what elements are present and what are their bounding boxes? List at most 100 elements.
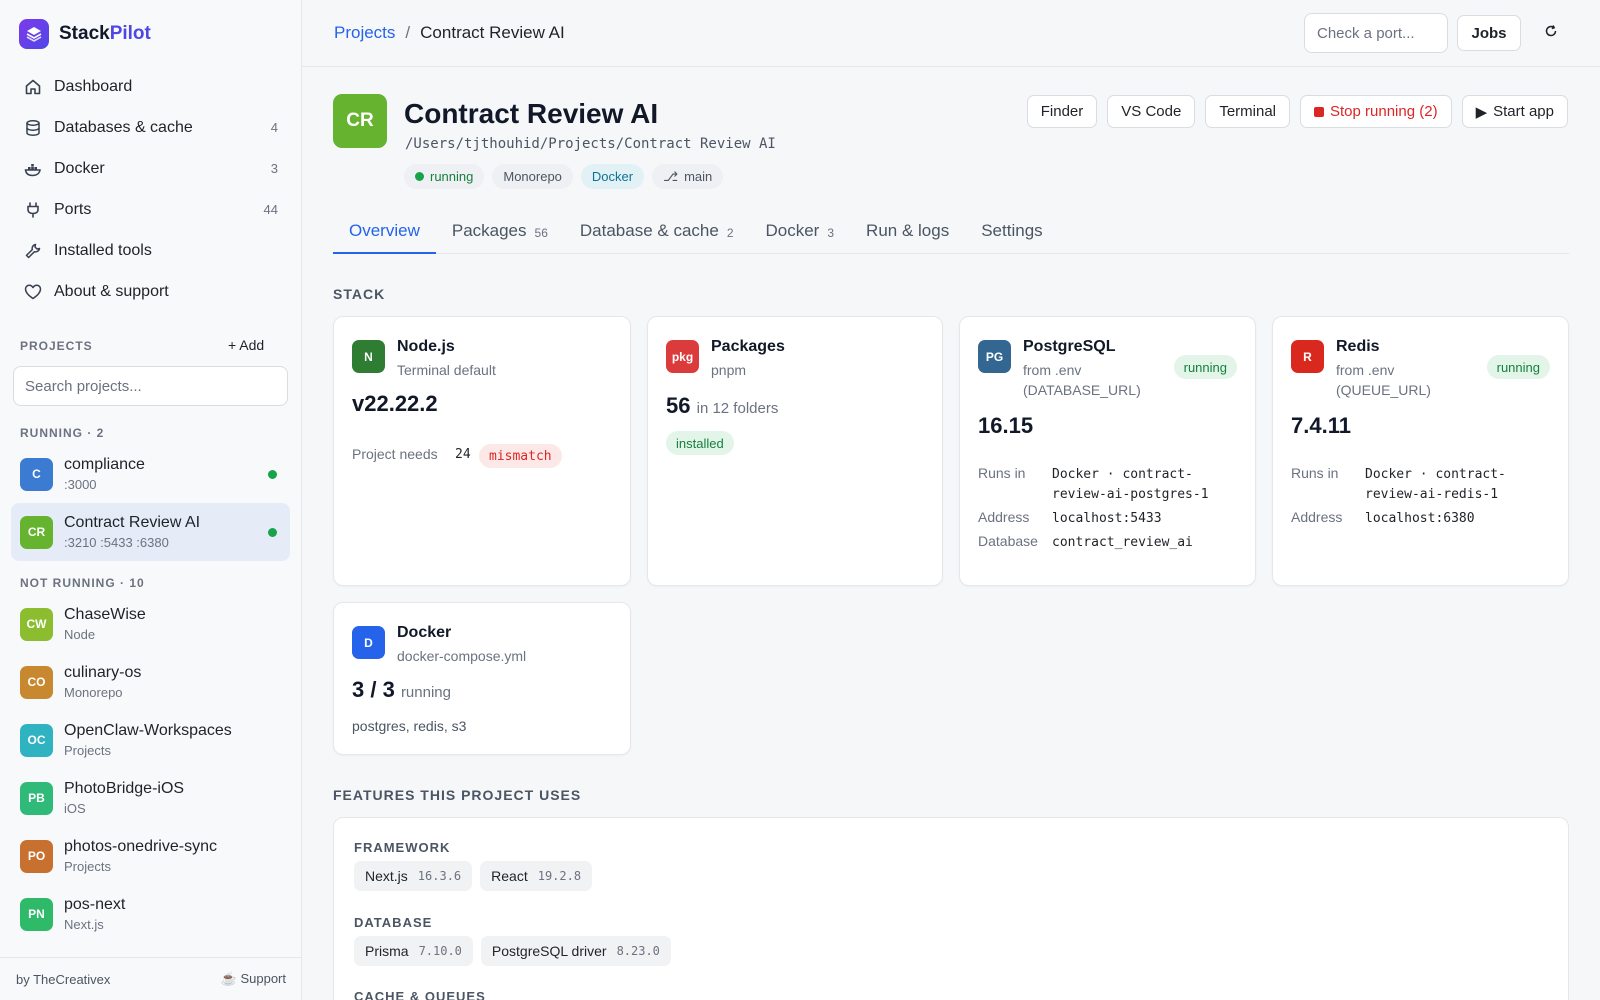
status-badge: running bbox=[404, 164, 485, 189]
page-title: Contract Review AI bbox=[404, 98, 659, 129]
packages-card[interactable]: pkg Packages pnpm 56 in 12 folders insta… bbox=[647, 316, 943, 586]
open-terminal-button[interactable]: Terminal bbox=[1205, 95, 1290, 128]
tab-docker[interactable]: Docker 3 bbox=[750, 212, 851, 254]
project-type: Projects bbox=[64, 859, 111, 874]
project-name: pos-next bbox=[64, 896, 126, 913]
docker-services: postgres, redis, s3 bbox=[352, 718, 467, 734]
open-finder-button[interactable]: Finder bbox=[1026, 95, 1098, 128]
project-avatar: PN bbox=[20, 897, 53, 931]
project-type: Projects bbox=[64, 743, 111, 758]
project-type: Next.js bbox=[64, 917, 104, 932]
tab-packages[interactable]: Packages 56 bbox=[436, 212, 564, 254]
features-heading: FEATURES THIS PROJECT USES bbox=[333, 787, 582, 803]
tab-run-logs[interactable]: Run & logs bbox=[850, 212, 965, 254]
card-title: PostgreSQL bbox=[1023, 338, 1116, 355]
feature-chip[interactable]: Prisma 7.10.0 bbox=[354, 936, 473, 966]
docker-card[interactable]: D Docker docker-compose.yml 3 / 3 runnin… bbox=[333, 602, 631, 755]
project-avatar: CW bbox=[20, 607, 53, 641]
running-status-dot bbox=[268, 527, 277, 537]
project-item[interactable]: OC OpenClaw-Workspaces Projects bbox=[11, 711, 290, 769]
main-nav: Dashboard Databases & cache 4 Docker 3 P… bbox=[12, 66, 290, 312]
feature-chip[interactable]: React 19.2.8 bbox=[480, 861, 593, 891]
sidebar: StackPilot Dashboard Databases & cache 4… bbox=[0, 0, 302, 1000]
tab-overview[interactable]: Overview bbox=[333, 212, 436, 254]
project-name: compliance bbox=[64, 456, 145, 473]
feature-chip[interactable]: Next.js 16.3.6 bbox=[354, 861, 473, 891]
coffee-icon: ☕ bbox=[220, 971, 241, 986]
features-panel: FRAMEWORK Next.js 16.3.6 React 19.2.8 DATA… bbox=[333, 817, 1569, 1000]
brand[interactable]: StackPilot bbox=[19, 19, 151, 49]
projects-heading: PROJECTS bbox=[20, 339, 93, 353]
add-project-button[interactable]: + Add bbox=[228, 337, 264, 353]
plug-icon bbox=[24, 201, 42, 219]
project-avatar: PB bbox=[20, 781, 53, 815]
stop-icon bbox=[1314, 106, 1324, 117]
docker-whale-icon bbox=[24, 160, 42, 178]
nav-installed-tools[interactable]: Installed tools bbox=[12, 230, 290, 271]
project-tags: running Monorepo Docker ⎇ main bbox=[404, 164, 724, 189]
docker-icon: D bbox=[352, 626, 385, 659]
project-name: OpenClaw-Workspaces bbox=[64, 722, 232, 739]
project-tabs: Overview Packages 56 Database & cache 2 Do… bbox=[333, 212, 1569, 254]
framework-heading: FRAMEWORK bbox=[354, 840, 451, 855]
project-avatar: CR bbox=[20, 515, 53, 549]
stackpilot-logo-icon bbox=[19, 19, 49, 49]
project-ports: :3210 :5433 :6380 bbox=[64, 535, 169, 550]
breadcrumb-separator: / bbox=[405, 23, 411, 42]
tab-settings[interactable]: Settings bbox=[965, 212, 1058, 254]
running-dot-icon bbox=[415, 172, 424, 181]
postgresql-icon: PG bbox=[978, 340, 1011, 373]
redis-card[interactable]: R Redis from .env (QUEUE_URL) running 7.… bbox=[1272, 316, 1569, 586]
running-heading: RUNNING · 2 bbox=[20, 426, 105, 440]
not-running-heading: NOT RUNNING · 10 bbox=[20, 576, 145, 590]
nav-dashboard[interactable]: Dashboard bbox=[12, 66, 290, 107]
running-badge: running bbox=[1486, 355, 1550, 379]
project-kind-badge: Monorepo bbox=[492, 164, 573, 189]
breadcrumb-projects-link[interactable]: Projects bbox=[334, 23, 395, 43]
credit-link[interactable]: by TheCreativex bbox=[16, 972, 110, 987]
mismatch-badge: mismatch bbox=[479, 444, 562, 468]
project-item[interactable]: PB PhotoBridge-iOS iOS bbox=[11, 769, 290, 827]
project-item[interactable]: PO photos-onedrive-sync Projects bbox=[11, 827, 290, 885]
open-vscode-button[interactable]: VS Code bbox=[1107, 95, 1196, 128]
redis-icon: R bbox=[1291, 340, 1324, 373]
running-status-dot bbox=[268, 469, 277, 479]
node-version: v22.22.2 bbox=[352, 391, 438, 416]
search-projects-input[interactable] bbox=[13, 366, 288, 406]
project-item[interactable]: PN pos-next Next.js bbox=[11, 885, 290, 943]
project-item[interactable]: C compliance:3000 bbox=[11, 445, 290, 503]
docker-badge: Docker bbox=[580, 164, 645, 189]
nav-about-support[interactable]: About & support bbox=[12, 271, 290, 312]
nav-databases[interactable]: Databases & cache 4 bbox=[12, 107, 290, 148]
refresh-button[interactable] bbox=[1533, 15, 1569, 51]
project-type: iOS bbox=[64, 801, 86, 816]
project-item[interactable]: CW ChaseWise Node bbox=[11, 595, 290, 653]
project-item-active[interactable]: CR Contract Review AI:3210 :5433 :6380 bbox=[11, 503, 290, 561]
project-avatar: CO bbox=[20, 665, 53, 699]
jobs-button[interactable]: Jobs bbox=[1457, 15, 1521, 51]
cache-queues-heading: CACHE & QUEUES bbox=[354, 989, 486, 1000]
project-name: PhotoBridge-iOS bbox=[64, 780, 185, 797]
nav-ports[interactable]: Ports 44 bbox=[12, 189, 290, 230]
postgres-version: 16.15 bbox=[978, 413, 1034, 438]
card-subtitle: from .env (DATABASE_URL) bbox=[1023, 362, 1141, 398]
running-badge: running bbox=[1173, 355, 1237, 379]
support-link[interactable]: ☕ Support bbox=[221, 971, 286, 987]
breadcrumb-current: Contract Review AI bbox=[420, 23, 565, 42]
check-port-input[interactable] bbox=[1304, 13, 1448, 53]
project-type: Node bbox=[64, 627, 96, 642]
tab-database-cache[interactable]: Database & cache 2 bbox=[564, 212, 750, 254]
nodejs-icon: N bbox=[352, 340, 385, 373]
node-card[interactable]: N Node.js Terminal default v22.22.2 Proj… bbox=[333, 316, 631, 586]
nav-docker[interactable]: Docker 3 bbox=[12, 148, 290, 189]
stop-running-button[interactable]: Stop running (2) bbox=[1300, 95, 1452, 128]
stack-heading: STACK bbox=[333, 286, 386, 302]
start-app-button[interactable]: ▶ Start app bbox=[1461, 95, 1568, 128]
postgresql-card[interactable]: PG PostgreSQL from .env (DATABASE_URL) r… bbox=[959, 316, 1256, 586]
refresh-icon bbox=[1544, 24, 1558, 42]
feature-chip[interactable]: PostgreSQL driver 8.23.0 bbox=[480, 936, 671, 966]
card-title: Node.js bbox=[397, 338, 455, 355]
project-name: culinary-os bbox=[64, 664, 142, 681]
project-item[interactable]: CO culinary-os Monorepo bbox=[11, 653, 290, 711]
card-title: Packages bbox=[711, 338, 785, 355]
